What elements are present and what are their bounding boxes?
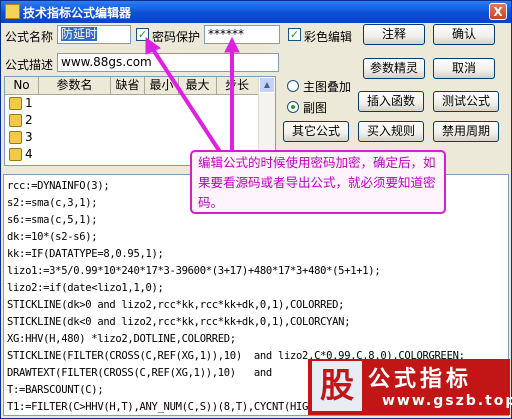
- logo-site: www.gszb.top: [382, 393, 512, 409]
- main-overlay-radio[interactable]: [287, 80, 299, 92]
- password-protect-checkbox[interactable]: ✓: [136, 28, 149, 41]
- column-header-min: 最小: [145, 77, 179, 94]
- code-line: s2:=sma(c,3,1);: [7, 197, 98, 209]
- subchart-radio[interactable]: [287, 101, 299, 113]
- formula-desc-label: 公式描述: [5, 58, 54, 72]
- logo-glyph: 股: [312, 361, 362, 411]
- code-line: DRAWTEXT(FILTER(CROSS(C,REF(XG,1)),10) a…: [7, 367, 272, 379]
- param-row-icon: [9, 131, 22, 144]
- formula-name-label: 公式名称: [5, 30, 54, 44]
- code-line: s6:=sma(c,5,1);: [7, 214, 98, 226]
- code-line: XG:HHV(H,480) *lizo2,DOTLINE,COLORRED;: [7, 333, 236, 345]
- formula-name-input[interactable]: 防延时: [57, 25, 131, 44]
- main-overlay-label: 主图叠加: [303, 80, 352, 94]
- code-line: dk:=10*(s2-s6);: [7, 231, 98, 243]
- param-row-number: 4: [25, 147, 33, 161]
- formula-desc-input[interactable]: www.88gs.com: [57, 53, 279, 72]
- code-line: rcc:=DYNAINFO(3);: [7, 180, 110, 192]
- table-row[interactable]: 3: [5, 129, 261, 146]
- close-button[interactable]: X: [489, 3, 507, 20]
- code-line: T1:=FILTER(C>HHV(H,T),ANY_NUM(C,S))(8,T)…: [7, 401, 315, 413]
- insert-function-button[interactable]: 插入函数: [358, 91, 424, 112]
- cancel-button[interactable]: 取消: [433, 58, 495, 79]
- subchart-label: 副图: [303, 101, 328, 115]
- code-line: kk:=IF(DATATYPE=8,0.95,1);: [7, 248, 164, 260]
- column-header-default: 缺省: [111, 77, 145, 94]
- confirm-button[interactable]: 确认: [433, 24, 495, 45]
- annotation-callout: 编辑公式的时候使用密码加密，确定后，如果要看源码或者导出公式，就必须要知道密码。: [190, 150, 446, 214]
- window-title: 技术指标公式编辑器: [23, 6, 132, 20]
- logo-name: 公式指标: [368, 367, 473, 392]
- column-header-max: 最大: [179, 77, 217, 94]
- param-row-number: 2: [25, 113, 33, 127]
- watermark-logo: 股 公式指标 www.gszb.top: [308, 359, 512, 415]
- scroll-up-icon[interactable]: ▲: [259, 77, 275, 93]
- param-row-number: 1: [25, 96, 33, 110]
- column-header-param-name: 参数名: [39, 77, 111, 94]
- code-line: lizo2:=if(date<lizo1,1,0);: [7, 282, 164, 294]
- code-line: STICKLINE(dk<0 and lizo2,rcc*kk,rcc*kk+d…: [7, 316, 351, 328]
- annotate-button[interactable]: 注释: [363, 24, 425, 45]
- app-icon: [5, 4, 20, 19]
- test-formula-button[interactable]: 测试公式: [433, 91, 499, 112]
- other-formula-button[interactable]: 其它公式: [283, 121, 349, 142]
- param-row-icon: [9, 114, 22, 127]
- password-input[interactable]: ******: [204, 25, 280, 44]
- code-line: lizo1:=3*5/0.99*10*240*17*3-39600*(3+17)…: [7, 265, 381, 277]
- code-line: T:=BARSCOUNT(C);: [7, 384, 104, 396]
- column-header-step: 步长: [217, 77, 261, 94]
- color-edit-checkbox[interactable]: ✓: [288, 28, 301, 41]
- password-protect-label: 密码保护: [152, 30, 201, 44]
- table-row[interactable]: 2: [5, 112, 261, 129]
- color-edit-label: 彩色编辑: [304, 30, 353, 44]
- param-row-number: 3: [25, 130, 33, 144]
- column-header-no: No: [5, 77, 39, 94]
- table-row[interactable]: 1: [5, 95, 261, 112]
- disable-period-button[interactable]: 禁用周期: [433, 121, 499, 142]
- param-row-icon: [9, 148, 22, 161]
- title-bar: 技术指标公式编辑器 X: [1, 1, 511, 23]
- code-line: STICKLINE(dk>0 and lizo2,rcc*kk,rcc*kk+d…: [7, 299, 345, 311]
- buy-rule-button[interactable]: 买入规则: [358, 121, 424, 142]
- parameter-table-header: No 参数名 缺省 最小 最大 步长: [5, 77, 261, 95]
- param-row-icon: [9, 97, 22, 110]
- param-wizard-button[interactable]: 参数精灵: [363, 58, 425, 79]
